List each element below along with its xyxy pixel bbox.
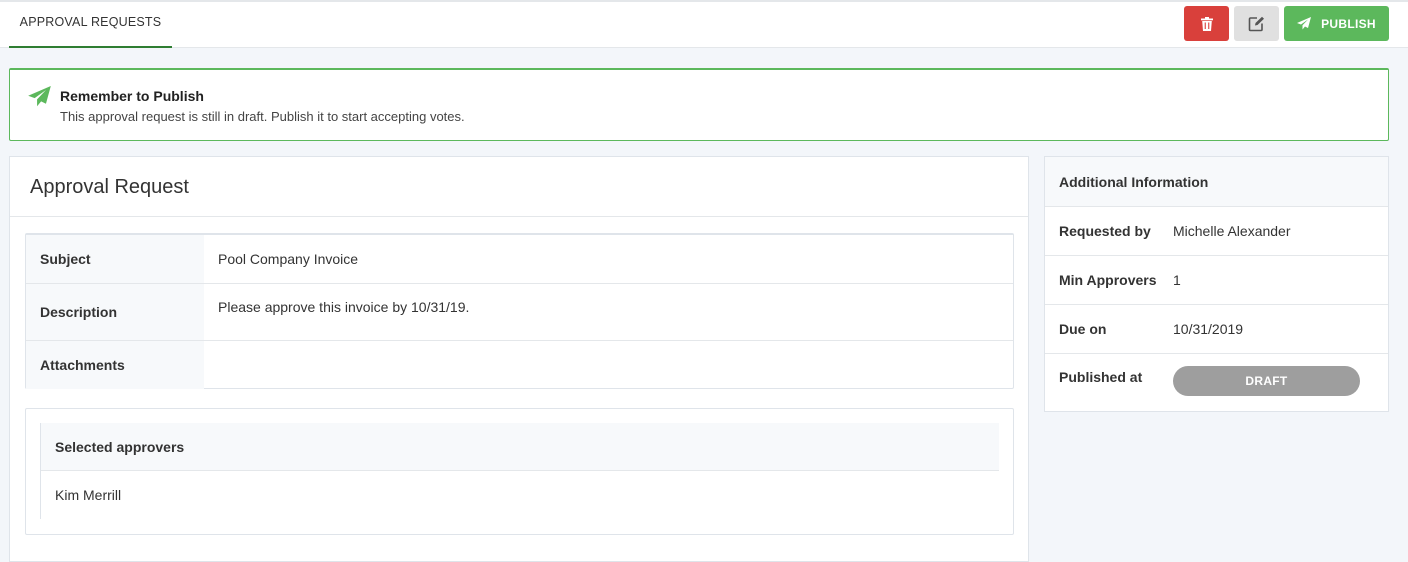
info-row-requested-by: Requested by Michelle Alexander bbox=[1045, 207, 1388, 256]
tab-approval-requests[interactable]: APPROVAL REQUESTS bbox=[9, 2, 172, 48]
divider bbox=[10, 216, 1028, 217]
publish-button[interactable]: PUBLISH bbox=[1284, 6, 1389, 41]
edit-button[interactable] bbox=[1234, 6, 1279, 41]
top-bar: APPROVAL REQUESTS PUBLISH bbox=[0, 0, 1408, 48]
approver-item: Kim Merrill bbox=[55, 486, 122, 503]
publish-label: PUBLISH bbox=[1321, 16, 1376, 31]
approval-request-card: Approval Request Subject Pool Company In… bbox=[9, 156, 1029, 562]
approvers-section: Selected approvers Kim Merrill bbox=[25, 408, 1014, 535]
detail-label: Attachments bbox=[26, 341, 204, 389]
approvers-table: Selected approvers Kim Merrill bbox=[40, 423, 999, 519]
alert-text: This approval request is still in draft.… bbox=[60, 109, 465, 124]
paper-plane-icon bbox=[1297, 17, 1312, 30]
delete-button[interactable] bbox=[1184, 6, 1229, 41]
card-title: Approval Request bbox=[30, 176, 189, 198]
info-value: Michelle Alexander bbox=[1173, 223, 1291, 239]
additional-info-card: Additional Information Requested by Mich… bbox=[1044, 156, 1389, 412]
detail-value bbox=[204, 341, 1013, 389]
info-value: 10/31/2019 bbox=[1173, 321, 1244, 337]
detail-value: Pool Company Invoice bbox=[218, 251, 359, 267]
info-label: Due on bbox=[1059, 321, 1107, 337]
detail-row-subject: Subject Pool Company Invoice bbox=[26, 235, 1013, 284]
trash-icon bbox=[1200, 16, 1213, 31]
detail-label: Subject bbox=[26, 235, 204, 283]
paper-plane-icon bbox=[28, 86, 51, 107]
info-title: Additional Information bbox=[1045, 157, 1388, 207]
info-row-published-at: Published at DRAFT bbox=[1045, 354, 1388, 414]
info-row-min-approvers: Min Approvers 1 bbox=[1045, 256, 1388, 305]
edit-icon bbox=[1248, 16, 1264, 31]
detail-row-attachments: Attachments bbox=[26, 341, 1013, 389]
publish-reminder-alert: Remember to Publish This approval reques… bbox=[9, 68, 1389, 141]
detail-row-description: Description Please approve this invoice … bbox=[26, 284, 1013, 341]
detail-value: Please approve this invoice by 10/31/19. bbox=[218, 299, 470, 315]
info-label: Requested by bbox=[1059, 223, 1151, 239]
alert-title: Remember to Publish bbox=[60, 88, 204, 104]
info-label: Published at bbox=[1059, 369, 1143, 385]
info-label: Min Approvers bbox=[1059, 272, 1157, 288]
draft-status-badge: DRAFT bbox=[1173, 366, 1360, 396]
detail-label: Description bbox=[26, 284, 204, 340]
info-value: 1 bbox=[1173, 272, 1181, 288]
approvers-header: Selected approvers bbox=[41, 423, 999, 471]
info-row-due-on: Due on 10/31/2019 bbox=[1045, 305, 1388, 354]
request-details-table: Subject Pool Company Invoice Description… bbox=[25, 233, 1014, 389]
